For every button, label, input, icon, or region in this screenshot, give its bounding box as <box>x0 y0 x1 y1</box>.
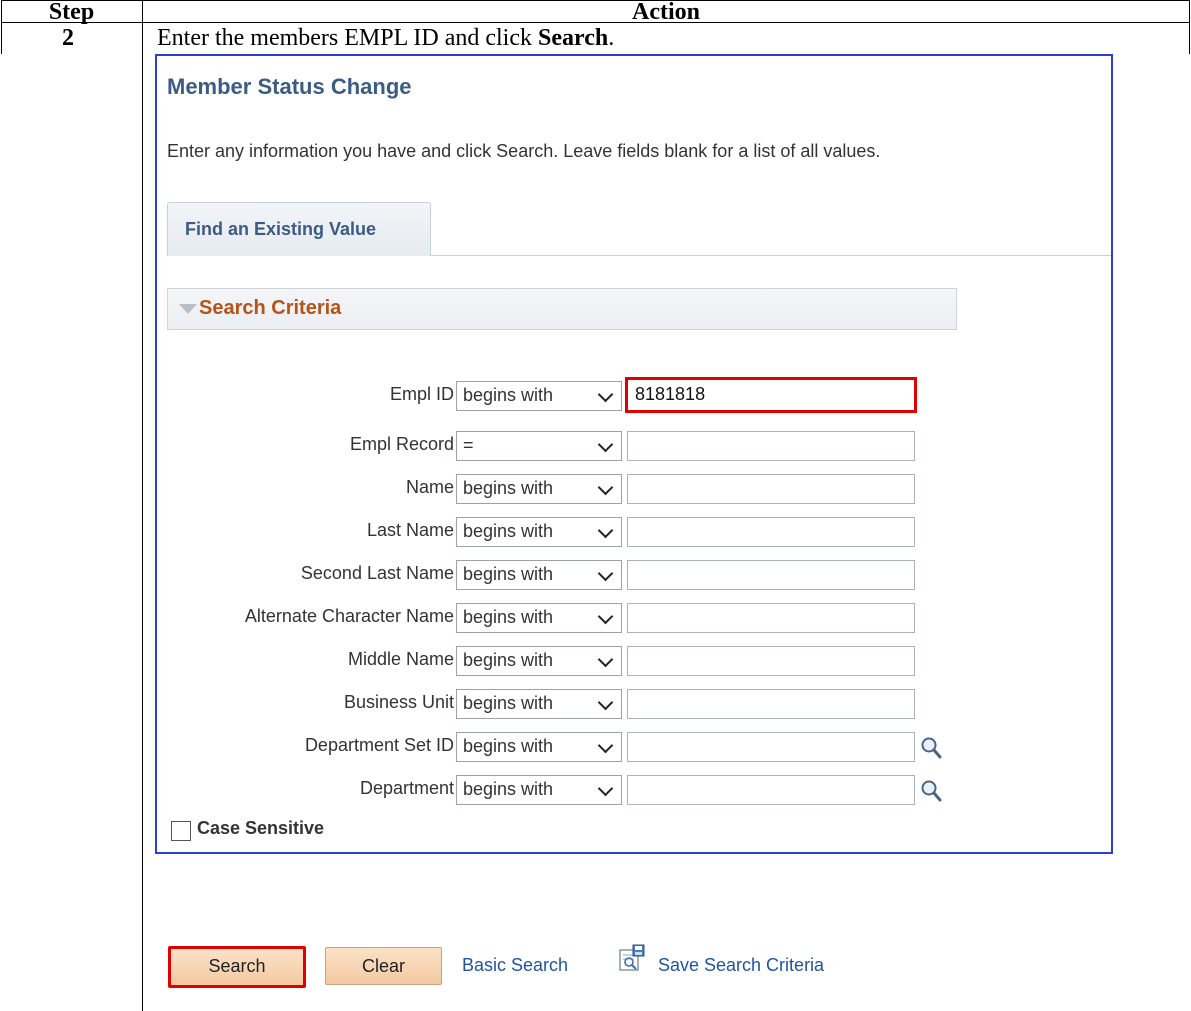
header-step: Step <box>48 0 95 25</box>
operator-value: begins with <box>463 779 554 799</box>
field-input[interactable] <box>627 474 915 504</box>
operator-select[interactable]: begins with <box>456 517 622 547</box>
field-label: Department <box>359 778 454 798</box>
operator-value: begins with <box>463 607 554 627</box>
field-input[interactable]: 8181818 <box>625 377 917 413</box>
field-label: Middle Name <box>347 649 454 669</box>
clear-button-label: Clear <box>361 956 405 976</box>
basic-search-link[interactable]: Basic Search <box>462 955 568 976</box>
search-field-row: Empl ID begins with 8181818 <box>157 377 1115 413</box>
chevron-down-icon <box>597 608 614 625</box>
instruction-bold: Search <box>538 25 609 51</box>
search-field-row: Name begins with <box>157 474 1115 504</box>
chevron-down-icon <box>597 694 614 711</box>
search-criteria-header[interactable]: Search Criteria <box>167 288 957 330</box>
operator-value: begins with <box>463 650 554 670</box>
search-field-row: Alternate Character Name begins with <box>157 603 1115 633</box>
operator-select[interactable]: begins with <box>456 603 622 633</box>
search-field-row: Second Last Name begins with <box>157 560 1115 590</box>
search-button[interactable]: Search <box>168 946 306 988</box>
operator-select[interactable]: begins with <box>456 732 622 762</box>
field-value: 8181818 <box>635 384 706 404</box>
save-search-icon[interactable] <box>619 944 645 972</box>
field-input[interactable] <box>627 646 915 676</box>
page-title: Member Status Change <box>167 74 412 99</box>
field-label: Empl ID <box>389 384 454 404</box>
chevron-down-icon <box>597 479 614 496</box>
field-label: Business Unit <box>343 692 454 712</box>
search-criteria-label: Search Criteria <box>199 297 342 319</box>
chevron-down-icon <box>597 651 614 668</box>
clear-button[interactable]: Clear <box>325 947 442 985</box>
step-instruction: Enter the members EMPL ID and click Sear… <box>157 23 614 53</box>
field-label: Empl Record <box>349 434 454 454</box>
field-label: Name <box>405 477 454 497</box>
step-number: 2 <box>62 25 74 51</box>
field-input[interactable] <box>627 431 915 461</box>
operator-select[interactable]: begins with <box>456 689 622 719</box>
chevron-down-icon <box>597 522 614 539</box>
search-field-row: Department Set ID begins with <box>157 732 1115 762</box>
operator-value: = <box>463 435 474 455</box>
lookup-magnifier-icon[interactable] <box>920 736 942 760</box>
chevron-down-icon <box>597 386 614 403</box>
chevron-down-icon <box>597 565 614 582</box>
column-divider <box>142 0 143 1011</box>
chevron-down-icon <box>597 737 614 754</box>
operator-value: begins with <box>463 478 554 498</box>
instruction-end: . <box>608 25 615 51</box>
save-search-criteria-link[interactable]: Save Search Criteria <box>658 955 824 976</box>
field-input[interactable] <box>627 560 915 590</box>
tab-label: Find an Existing Value <box>185 219 377 239</box>
search-field-row: Department begins with <box>157 775 1115 805</box>
case-sensitive-checkbox[interactable] <box>171 821 191 841</box>
chevron-down-icon <box>597 436 614 453</box>
operator-value: begins with <box>463 693 554 713</box>
chevron-down-icon <box>597 780 614 797</box>
field-input[interactable] <box>627 517 915 547</box>
operator-value: begins with <box>463 521 554 541</box>
table-right-border <box>1189 0 1190 54</box>
operator-value: begins with <box>463 564 554 584</box>
operator-select[interactable]: begins with <box>456 646 622 676</box>
instruction-text: Enter the members EMPL ID and click <box>157 25 538 51</box>
operator-select[interactable]: begins with <box>456 474 622 504</box>
field-input[interactable] <box>627 775 915 805</box>
field-input[interactable] <box>627 603 915 633</box>
field-label: Last Name <box>366 520 454 540</box>
case-sensitive-label: Case Sensitive <box>197 818 325 838</box>
header-action: Action <box>632 0 700 25</box>
field-label: Alternate Character Name <box>244 606 454 626</box>
search-field-row: Last Name begins with <box>157 517 1115 547</box>
search-field-row: Business Unit begins with <box>157 689 1115 719</box>
search-field-row: Middle Name begins with <box>157 646 1115 676</box>
operator-value: begins with <box>463 736 554 756</box>
operator-select[interactable]: = <box>456 431 622 461</box>
lookup-magnifier-icon[interactable] <box>920 779 942 803</box>
operator-select[interactable]: begins with <box>456 560 622 590</box>
member-status-change-screenshot: Member Status Change Enter any informati… <box>155 54 1115 988</box>
operator-select[interactable]: begins with <box>456 381 622 411</box>
search-field-row: Empl Record = <box>157 431 1115 461</box>
field-input[interactable] <box>627 689 915 719</box>
operator-select[interactable]: begins with <box>456 775 622 805</box>
operator-value: begins with <box>463 385 554 405</box>
field-input[interactable] <box>627 732 915 762</box>
tab-find-existing-value[interactable]: Find an Existing Value <box>167 202 431 256</box>
field-label: Second Last Name <box>300 563 454 583</box>
field-label: Department Set ID <box>304 735 454 755</box>
search-instructions: Enter any information you have and click… <box>167 141 881 161</box>
search-button-label: Search <box>208 956 266 976</box>
collapse-triangle-icon[interactable] <box>179 304 197 314</box>
